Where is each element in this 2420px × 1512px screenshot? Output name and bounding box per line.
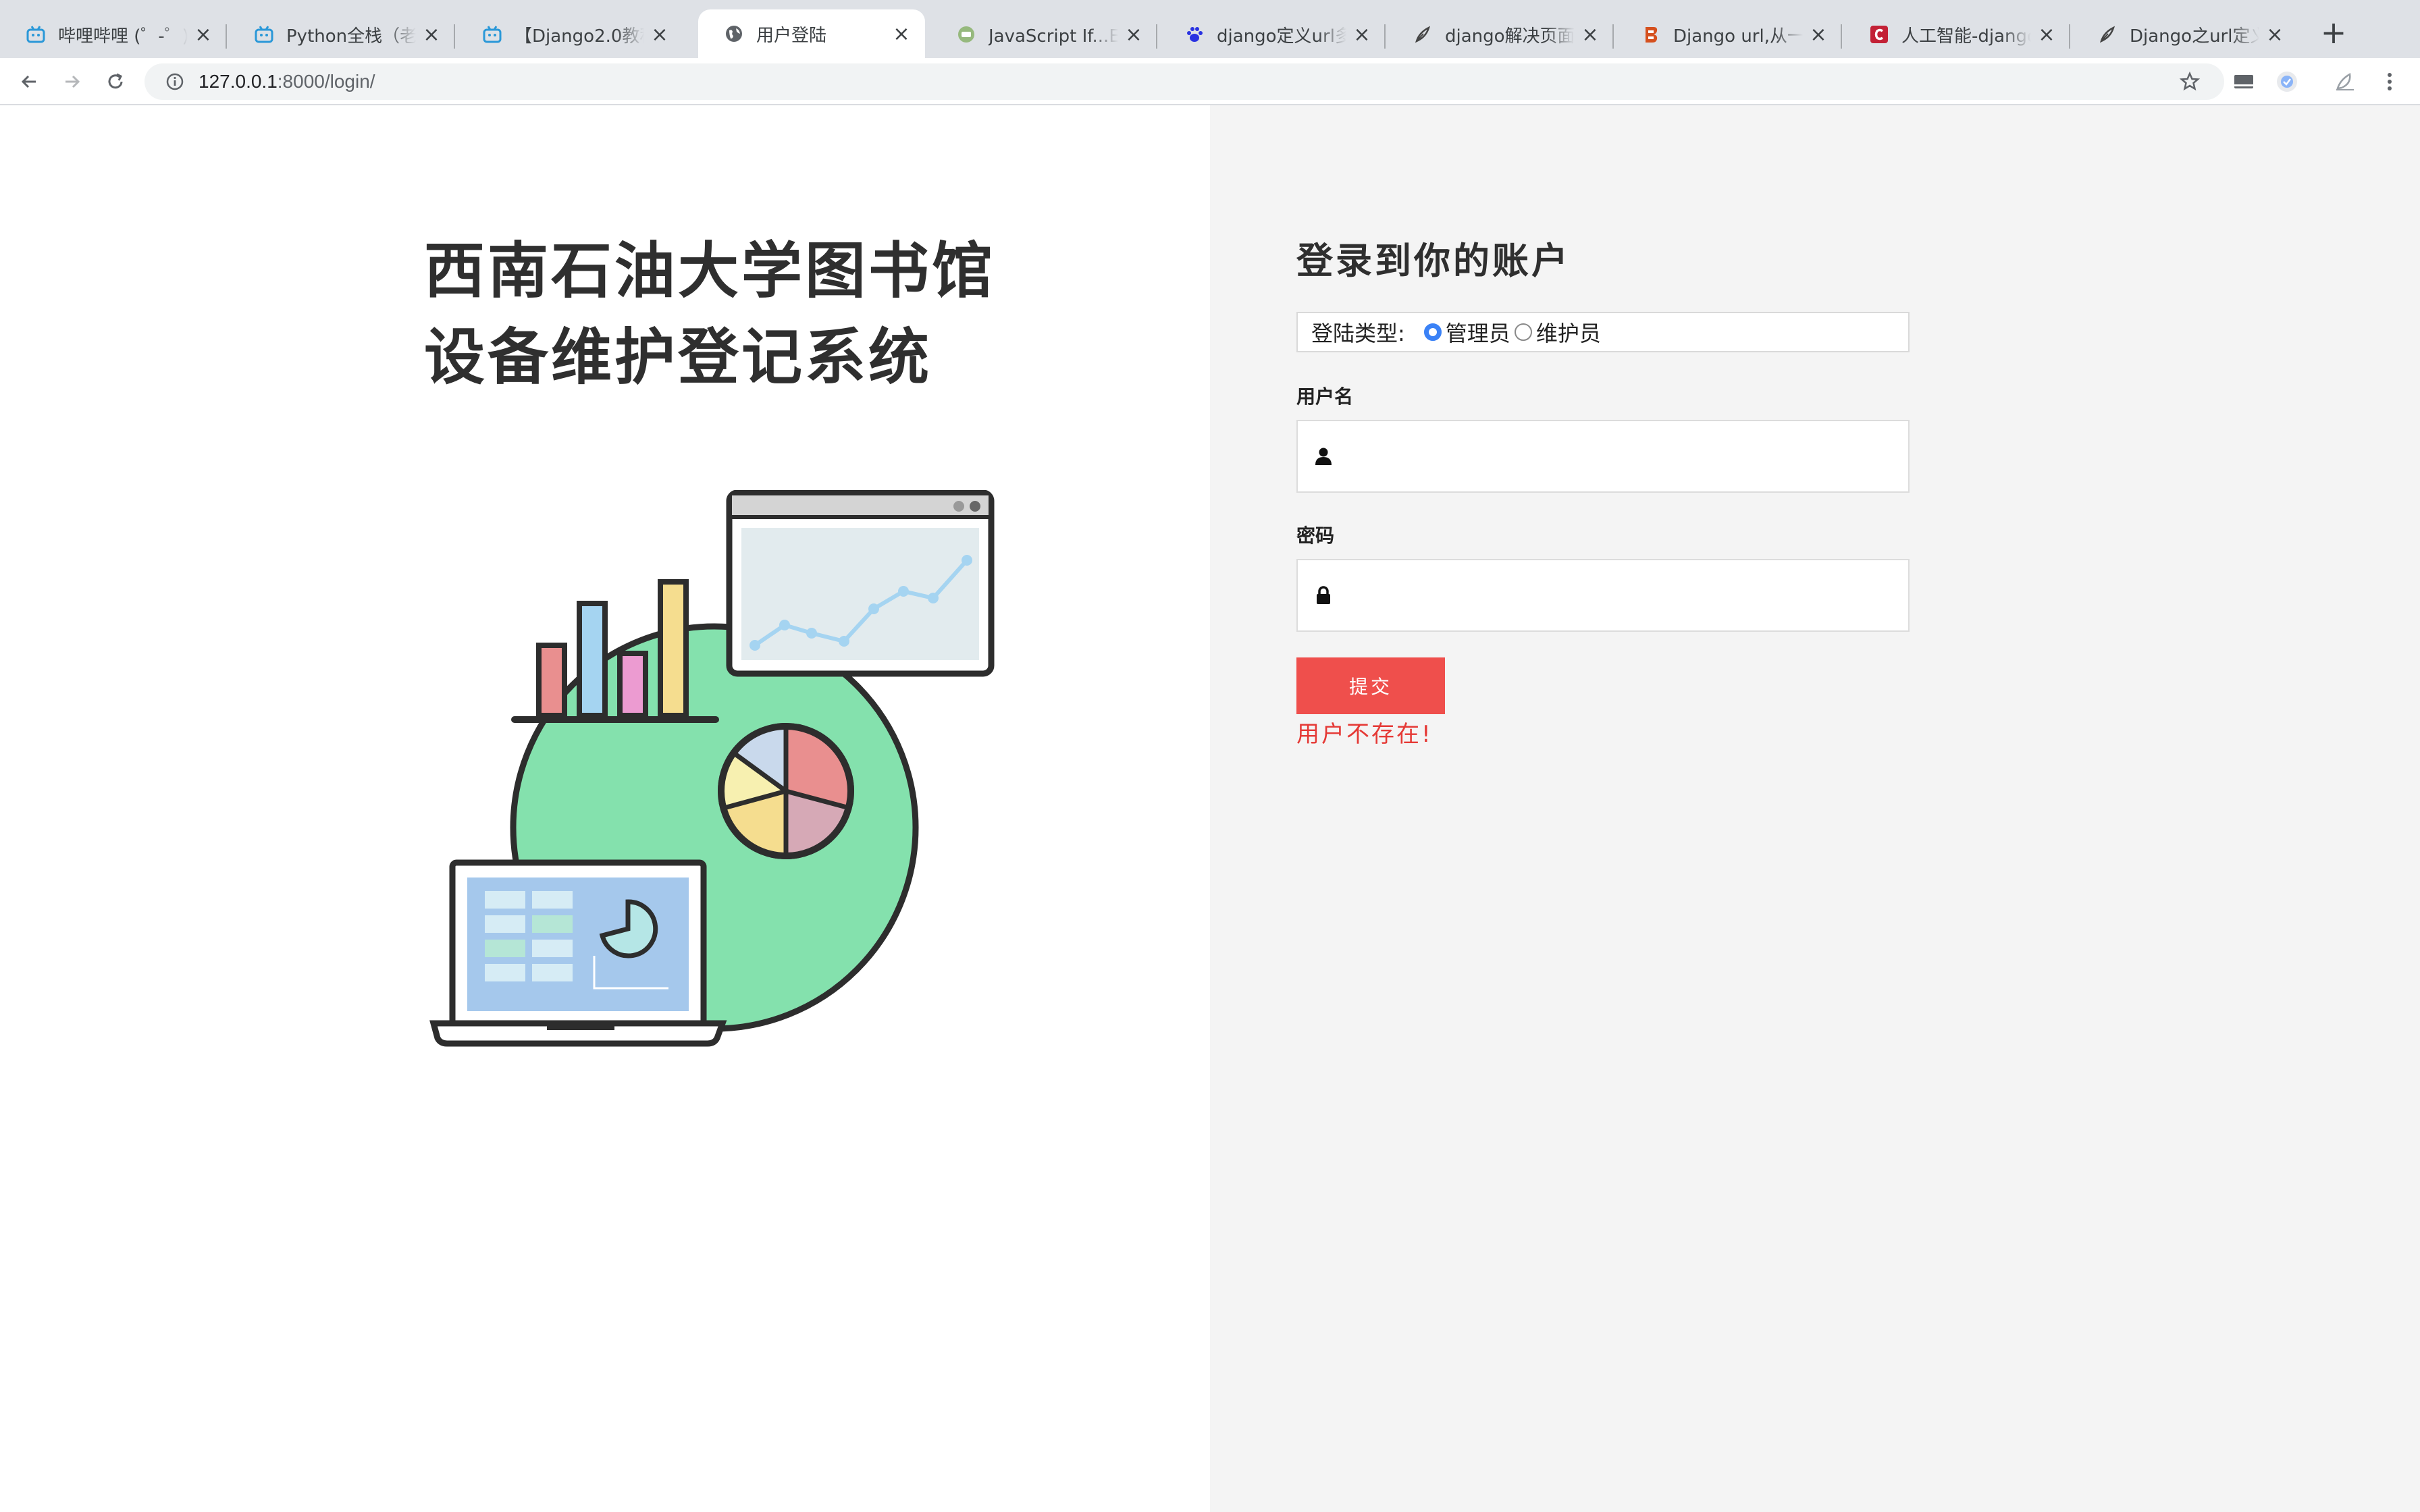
- close-icon[interactable]: ×: [193, 23, 213, 47]
- radio-maintainer[interactable]: [1514, 323, 1532, 341]
- login-heading: 登录到你的账户: [1296, 240, 1571, 282]
- tab-separator: [1156, 24, 1157, 49]
- lock-icon: [1311, 583, 1336, 608]
- feather-icon: [1411, 23, 1434, 46]
- radio-maintainer-label[interactable]: 维护员: [1536, 317, 1601, 348]
- radio-admin-label[interactable]: 管理员: [1446, 317, 1510, 348]
- url-text: 127.0.0.1:8000/login/: [199, 71, 375, 92]
- branding-panel: 西南石油大学图书馆 设备维护登记系统: [0, 105, 1210, 1512]
- bookmark-star-icon[interactable]: [2173, 65, 2207, 99]
- tab-separator: [1384, 24, 1386, 49]
- close-icon[interactable]: ×: [1580, 23, 1600, 47]
- tab-ai-django[interactable]: 人工智能-django中 ×: [1843, 11, 2070, 58]
- tab-django-url-page[interactable]: Django url,从一个页面 ×: [1615, 11, 1842, 58]
- url-path: :8000/login/: [277, 71, 375, 92]
- username-field[interactable]: [1296, 420, 1910, 493]
- globe-icon: [722, 22, 745, 45]
- tab-bilibili[interactable]: 哔哩哔哩 (゜-゜)つロ 干杯~-bilibili ×: [0, 11, 227, 58]
- analytics-illustration: [429, 490, 995, 1047]
- tab-separator: [454, 24, 455, 49]
- close-icon[interactable]: ×: [421, 23, 442, 47]
- tab-separator: [1612, 24, 1614, 49]
- tab-title: 哔哩哔哩 (゜-゜)つロ 干杯~-bilibili: [58, 26, 188, 47]
- close-icon[interactable]: ×: [650, 23, 670, 47]
- new-tab-button[interactable]: +: [2317, 14, 2350, 51]
- browser-toolbar: 127.0.0.1:8000/login/: [0, 58, 2420, 105]
- close-icon[interactable]: ×: [2036, 23, 2057, 47]
- password-input[interactable]: [1342, 563, 1908, 628]
- csdn-icon: [1868, 23, 1891, 46]
- tab-django-tutorial[interactable]: 【Django2.0教程】 ×: [456, 11, 683, 58]
- b-logo-icon: [1639, 23, 1662, 46]
- reload-button[interactable]: [99, 65, 132, 99]
- extension-profile-icon[interactable]: [2270, 65, 2304, 99]
- tab-title: Django之url定义和ORM: [2130, 26, 2259, 47]
- tab-title: 用户登陆: [756, 25, 827, 46]
- username-label: 用户名: [1296, 385, 1354, 408]
- login-type-label: 登陆类型:: [1311, 321, 1405, 346]
- close-icon[interactable]: ×: [1124, 23, 1144, 47]
- system-title-line-1: 西南石油大学图书馆: [424, 236, 995, 306]
- close-icon[interactable]: ×: [891, 22, 912, 46]
- close-icon[interactable]: ×: [1808, 23, 1829, 47]
- bilibili-icon: [24, 23, 47, 46]
- info-icon[interactable]: [157, 72, 193, 91]
- tab-title: 人工智能-django中: [1901, 26, 2031, 47]
- tab-django-redirect[interactable]: django解决页面跳转 ×: [1387, 11, 1614, 58]
- browser-tab-strip: 哔哩哔哩 (゜-゜)つロ 干杯~-bilibili × Python全栈（老男孩…: [0, 0, 2420, 58]
- extension-pen-icon[interactable]: [2328, 65, 2362, 99]
- system-title-line-2: 设备维护登记系统: [424, 322, 932, 393]
- runoob-icon: [955, 23, 978, 46]
- tab-django-url-paths[interactable]: django定义url多个路径 ×: [1159, 11, 1386, 58]
- url-host: 127.0.0.1: [199, 71, 278, 92]
- system-title: 西南石油大学图书馆 设备维护登记系统: [424, 228, 995, 401]
- password-field[interactable]: [1296, 559, 1910, 632]
- tab-title: Python全栈（老男孩）: [286, 26, 416, 47]
- tab-separator: [226, 24, 227, 49]
- login-panel: 登录到你的账户 登陆类型: 管理员 维护员 用户名 密码 提交 用户不存在!: [1210, 105, 2420, 1512]
- tab-title: 【Django2.0教程】: [515, 26, 644, 47]
- extension-cast-icon[interactable]: [2227, 65, 2261, 99]
- tab-user-login[interactable]: 用户登陆 ×: [698, 9, 925, 58]
- tab-title: django定义url多个路径: [1217, 26, 1346, 47]
- baidu-paw-icon: [1183, 23, 1206, 46]
- tab-javascript-if-else[interactable]: JavaScript If...Else 语句 ×: [930, 11, 1157, 58]
- tab-separator: [2069, 24, 2070, 49]
- tab-title: django解决页面跳转: [1445, 26, 1575, 47]
- user-icon: [1311, 444, 1336, 468]
- menu-kebab-icon[interactable]: [2373, 65, 2406, 99]
- submit-button[interactable]: 提交: [1296, 657, 1445, 714]
- tab-separator: [1841, 24, 1842, 49]
- arrow-right-icon: [65, 75, 80, 88]
- tab-title: Django url,从一个页面: [1673, 26, 1803, 47]
- address-bar[interactable]: 127.0.0.1:8000/login/: [144, 63, 2224, 100]
- bilibili-icon: [253, 23, 275, 46]
- username-input[interactable]: [1342, 424, 1908, 489]
- login-type-selector: 登陆类型: 管理员 维护员: [1296, 312, 1910, 352]
- error-message: 用户不存在!: [1296, 721, 1433, 748]
- reload-icon: [108, 73, 123, 89]
- page-viewport: 西南石油大学图书馆 设备维护登记系统 登录到你的账户 登陆类型: 管理员 维护员…: [0, 105, 2420, 1512]
- tab-python-course[interactable]: Python全栈（老男孩） ×: [228, 11, 455, 58]
- forward-button[interactable]: [55, 65, 89, 99]
- back-button[interactable]: [12, 65, 46, 99]
- password-label: 密码: [1296, 524, 1335, 547]
- feather-icon: [2096, 23, 2119, 46]
- bilibili-icon: [481, 23, 504, 46]
- close-icon[interactable]: ×: [2265, 23, 2285, 47]
- arrow-left-icon: [21, 75, 36, 88]
- tab-title: JavaScript If...Else 语句: [989, 26, 1118, 47]
- radio-admin[interactable]: [1423, 323, 1442, 341]
- tab-django-url-orm[interactable]: Django之url定义和ORM ×: [2072, 11, 2298, 58]
- close-icon[interactable]: ×: [1352, 23, 1372, 47]
